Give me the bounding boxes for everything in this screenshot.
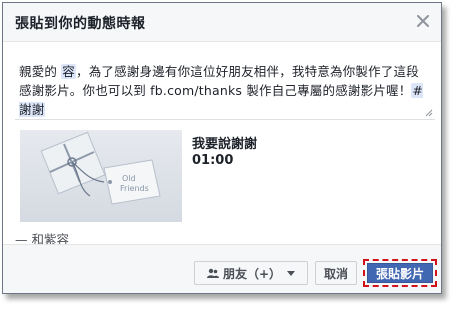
chevron-down-icon bbox=[287, 270, 296, 276]
friends-icon bbox=[206, 268, 219, 278]
dialog-header: 張貼到你的動態時報 bbox=[3, 3, 441, 42]
dialog-footer: 朋友（+） 取消 張貼影片 bbox=[3, 244, 441, 293]
message-textarea[interactable]: 親愛的 容，為了感謝身邊有你這位好朋友相伴，我特意為你製作了這段感謝影片。你也可… bbox=[15, 57, 435, 120]
video-duration: 01:00 bbox=[192, 153, 234, 168]
video-title: 我要說謝謝 bbox=[192, 137, 258, 152]
audience-label: 朋友（+） bbox=[222, 266, 282, 281]
mention-tag[interactable]: 容 bbox=[61, 64, 76, 79]
cancel-button[interactable]: 取消 bbox=[315, 261, 357, 285]
share-button-highlight: 張貼影片 bbox=[363, 259, 437, 287]
share-dialog: 張貼到你的動態時報 親愛的 容，為了感謝身邊有你這位好朋友相伴，我特意為你製作了… bbox=[2, 2, 442, 294]
svg-text:Friends: Friends bbox=[120, 184, 149, 193]
svg-text:Old: Old bbox=[122, 174, 136, 183]
message-text-body: ，為了感謝身邊有你這位好朋友相伴，我特意為你製作了這段感謝影片。你也可以到 fb… bbox=[19, 64, 419, 98]
video-thumbnail[interactable]: Old Friends bbox=[20, 130, 182, 222]
share-video-button[interactable]: 張貼影片 bbox=[367, 263, 433, 283]
message-text-prefix: 親愛的 bbox=[19, 64, 58, 79]
audience-selector-button[interactable]: 朋友（+） bbox=[194, 261, 308, 285]
resize-handle-icon[interactable] bbox=[425, 109, 433, 117]
close-icon[interactable] bbox=[413, 11, 433, 31]
dialog-title: 張貼到你的動態時報 bbox=[15, 16, 146, 32]
gift-tag-illustration: Old Friends bbox=[40, 131, 161, 205]
